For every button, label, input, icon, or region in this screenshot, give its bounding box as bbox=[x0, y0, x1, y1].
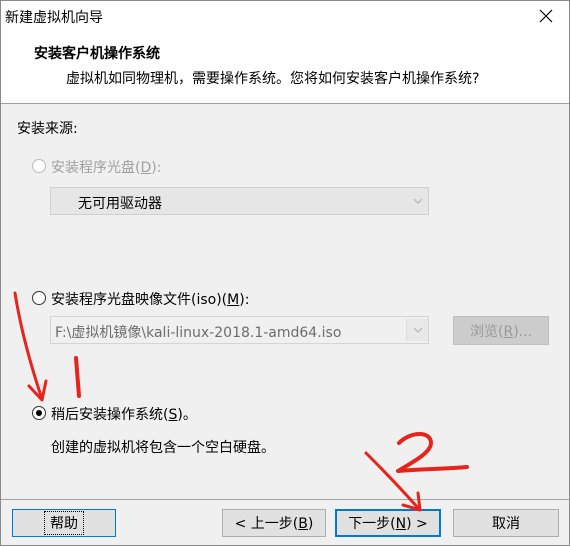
page-title: 安装客户机操作系统 bbox=[34, 46, 160, 62]
annotation-mark-1 bbox=[74, 356, 81, 398]
title-bar: 新建虚拟机向导 bbox=[1, 1, 569, 31]
annotation-arrow-2 bbox=[364, 451, 422, 512]
chevron-down-icon bbox=[413, 327, 423, 333]
page-subtitle: 虚拟机如同物理机，需要操作系统。您将如何安装客户机操作系统? bbox=[66, 71, 480, 87]
iso-path-value: F:\虚拟机镜像\kali-linux-2018.1-amd64.iso bbox=[55, 325, 342, 341]
radio-iso-image[interactable] bbox=[32, 291, 46, 305]
radio-install-later-label[interactable]: 稍后安装操作系统(S)。 bbox=[51, 404, 197, 424]
annotation-arrow-1 bbox=[13, 291, 48, 402]
footer-divider bbox=[1, 499, 569, 500]
install-source-label: 安装来源: bbox=[17, 121, 78, 137]
back-button[interactable]: < 上一步(B) bbox=[222, 509, 326, 537]
annotation-mark-2 bbox=[396, 432, 469, 473]
window-title: 新建虚拟机向导 bbox=[5, 10, 103, 26]
new-vm-wizard-dialog: 新建虚拟机向导 安装客户机操作系统 虚拟机如同物理机，需要操作系统。您将如何安装… bbox=[0, 0, 570, 546]
browse-button[interactable]: 浏览(R)... bbox=[453, 316, 549, 345]
cancel-button[interactable]: 取消 bbox=[453, 509, 559, 537]
radio-install-later[interactable] bbox=[32, 406, 46, 420]
drive-select[interactable]: 无可用驱动器 bbox=[50, 187, 429, 215]
chevron-down-icon bbox=[413, 198, 423, 204]
drive-select-value: 无可用驱动器 bbox=[78, 196, 162, 212]
radio-installer-disc-label[interactable]: 安装程序光盘(D): bbox=[51, 157, 161, 177]
help-button[interactable]: 帮助 bbox=[12, 509, 116, 537]
close-button[interactable] bbox=[523, 1, 569, 31]
install-later-description: 创建的虚拟机将包含一个空白硬盘。 bbox=[51, 440, 275, 456]
radio-iso-image-label[interactable]: 安装程序光盘映像文件(iso)(M): bbox=[51, 289, 249, 309]
iso-path-select[interactable]: F:\虚拟机镜像\kali-linux-2018.1-amd64.iso bbox=[50, 316, 429, 344]
close-icon bbox=[539, 9, 553, 23]
next-button[interactable]: 下一步(N) > bbox=[335, 509, 441, 537]
wizard-header: 安装客户机操作系统 虚拟机如同物理机，需要操作系统。您将如何安装客户机操作系统? bbox=[1, 31, 569, 104]
radio-installer-disc[interactable] bbox=[32, 159, 46, 173]
